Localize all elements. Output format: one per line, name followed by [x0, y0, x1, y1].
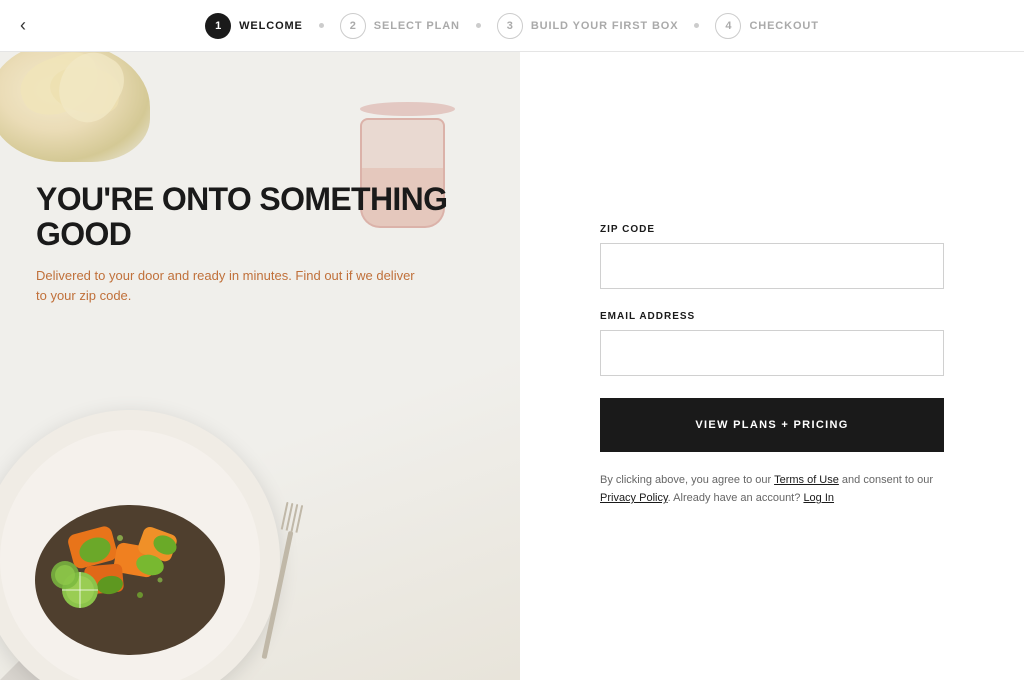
step-2-circle: 2 [340, 13, 366, 39]
hero-title: YOU'RE ONTO SOMETHING GOOD [36, 182, 456, 252]
form-section: ZIP CODE EMAIL ADDRESS VIEW PLANS + PRIC… [600, 224, 944, 507]
progress-steps: 1 WELCOME 2 SELECT PLAN 3 BUILD YOUR FIR… [205, 13, 819, 39]
main-layout: YOU'RE ONTO SOMETHING GOOD Delivered to … [0, 52, 1024, 680]
fork-tines [281, 502, 303, 533]
step-2-label: SELECT PLAN [374, 20, 460, 32]
step-4-label: CHECKOUT [749, 20, 818, 32]
legal-text: By clicking above, you agree to our Term… [600, 472, 944, 507]
step-3-label: BUILD YOUR FIRST BOX [531, 20, 679, 32]
email-label: EMAIL ADDRESS [600, 311, 944, 322]
left-panel: YOU'RE ONTO SOMETHING GOOD Delivered to … [0, 52, 520, 680]
step-4-circle: 4 [715, 13, 741, 39]
step-3-circle: 3 [497, 13, 523, 39]
step-4: 4 CHECKOUT [715, 13, 818, 39]
plate-outer [0, 410, 280, 680]
top-nav: ‹ 1 WELCOME 2 SELECT PLAN 3 BUILD YOUR F… [0, 0, 1024, 52]
step-dot-1 [319, 23, 324, 28]
step-3: 3 BUILD YOUR FIRST BOX [497, 13, 679, 39]
view-plans-button[interactable]: VIEW PLANS + PRICING [600, 398, 944, 452]
right-panel: ZIP CODE EMAIL ADDRESS VIEW PLANS + PRIC… [520, 52, 1024, 680]
food-container [0, 380, 310, 680]
step-dot-3 [694, 23, 699, 28]
step-1-circle: 1 [205, 13, 231, 39]
legal-prefix: By clicking above, you agree to our [600, 474, 774, 486]
step-dot-2 [476, 23, 481, 28]
hero-subtitle: Delivered to your door and ready in minu… [36, 266, 416, 305]
hero-text: YOU'RE ONTO SOMETHING GOOD Delivered to … [36, 182, 456, 305]
legal-suffix: . Already have an account? [668, 492, 801, 504]
privacy-link[interactable]: Privacy Policy [600, 492, 668, 504]
back-button[interactable]: ‹ [20, 15, 26, 36]
zip-input[interactable] [600, 243, 944, 289]
plate-inner [0, 430, 260, 680]
login-link[interactable]: Log In [803, 492, 834, 504]
glass-rim [360, 102, 455, 116]
terms-link[interactable]: Terms of Use [774, 474, 839, 486]
email-input[interactable] [600, 330, 944, 376]
step-2: 2 SELECT PLAN [340, 13, 460, 39]
legal-middle: and consent to our [839, 474, 933, 486]
food-illustration [10, 450, 250, 670]
step-1: 1 WELCOME [205, 13, 303, 39]
step-1-label: WELCOME [239, 20, 303, 32]
zip-label: ZIP CODE [600, 224, 944, 235]
